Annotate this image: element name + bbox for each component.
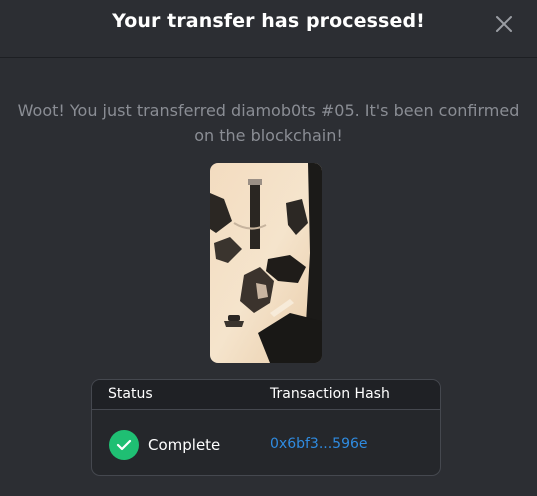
- transaction-hash-link[interactable]: 0x6bf3...596e: [270, 436, 368, 452]
- check-icon: [109, 430, 139, 460]
- table-header: Status Transaction Hash: [92, 380, 440, 410]
- transaction-hash-column-header: Transaction Hash: [270, 386, 390, 402]
- close-icon: [496, 16, 512, 32]
- status-value: Complete: [148, 436, 221, 454]
- modal-title: Your transfer has processed!: [112, 10, 425, 32]
- nft-artwork-image: [210, 163, 322, 363]
- transfer-status-table: Status Transaction Hash Complete 0x6bf3.…: [91, 379, 441, 476]
- modal-header: Your transfer has processed!: [0, 0, 537, 58]
- table-row: Complete 0x6bf3...596e: [92, 410, 440, 475]
- status-column-header: Status: [108, 386, 153, 402]
- close-button[interactable]: [493, 13, 515, 35]
- transfer-modal: Your transfer has processed! Woot! You j…: [0, 0, 537, 496]
- confirmation-message: Woot! You just transferred diamob0ts #05…: [17, 101, 520, 145]
